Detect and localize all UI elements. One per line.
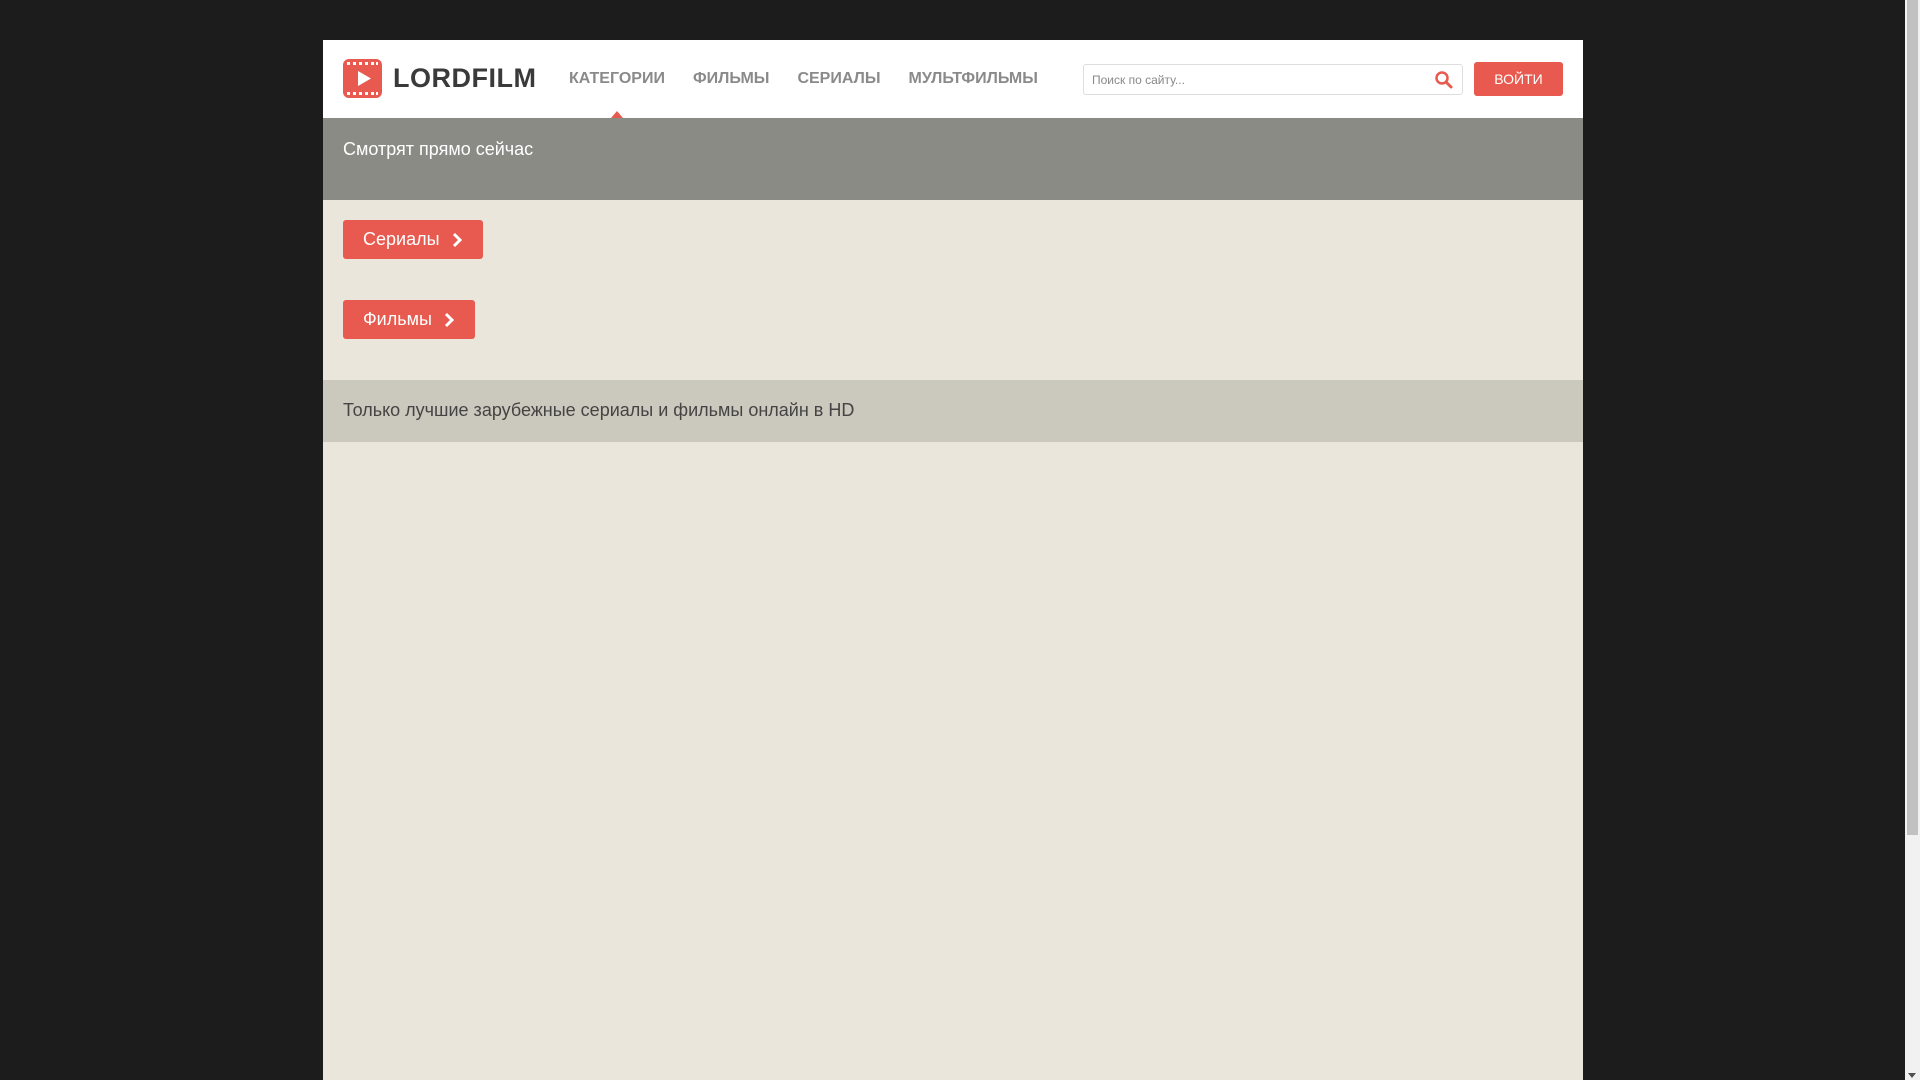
nav-item-cartoons[interactable]: МУЛЬТФИЛЬМЫ — [908, 40, 1037, 118]
tagline-text: Только лучшие зарубежные сериалы и фильм… — [343, 400, 855, 420]
nav-item-serials[interactable]: СЕРИАЛЫ — [797, 40, 880, 118]
category-label: Сериалы — [363, 229, 440, 249]
search-box — [1083, 64, 1463, 95]
main-nav: КАТЕГОРИИ ФИЛЬМЫ СЕРИАЛЫ МУЛЬТФИЛЬМЫ — [569, 40, 1066, 118]
tagline-bar: Только лучшие зарубежные сериалы и фильм… — [323, 380, 1583, 442]
active-pointer-icon — [610, 111, 623, 118]
page-scrollbar[interactable] — [1905, 0, 1920, 1080]
nav-item-films[interactable]: ФИЛЬМЫ — [693, 40, 769, 118]
nav-item-label: КАТЕГОРИИ — [569, 70, 665, 87]
page-container: LORDFILM КАТЕГОРИИ ФИЛЬМЫ СЕРИАЛЫ МУЛЬТФ… — [323, 40, 1583, 1080]
category-label: Фильмы — [363, 309, 432, 329]
scrollbar-thumb[interactable] — [1907, 0, 1918, 835]
now-watching-section: Смотрят прямо сейчас — [323, 118, 1583, 200]
section-title: Смотрят прямо сейчас — [343, 139, 534, 159]
films-category-button[interactable]: Фильмы — [343, 300, 475, 339]
site-logo[interactable]: LORDFILM — [343, 59, 536, 98]
login-button[interactable]: ВОЙТИ — [1474, 62, 1563, 96]
nav-item-label: СЕРИАЛЫ — [797, 70, 881, 87]
serials-category-button[interactable]: Сериалы — [343, 220, 483, 259]
logo-text: LORDFILM — [393, 63, 537, 93]
nav-item-categories[interactable]: КАТЕГОРИИ — [569, 40, 665, 118]
play-film-icon — [343, 59, 382, 98]
scroll-down-arrow-icon[interactable] — [1908, 1073, 1916, 1078]
search-icon[interactable] — [1434, 70, 1454, 90]
chevron-right-icon — [452, 232, 462, 247]
search-input[interactable] — [1084, 65, 1424, 94]
nav-item-label: МУЛЬТФИЛЬМЫ — [908, 70, 1038, 87]
nav-item-label: ФИЛЬМЫ — [692, 70, 770, 87]
site-header: LORDFILM КАТЕГОРИИ ФИЛЬМЫ СЕРИАЛЫ МУЛЬТФ… — [323, 40, 1583, 118]
chevron-right-icon — [444, 312, 455, 327]
